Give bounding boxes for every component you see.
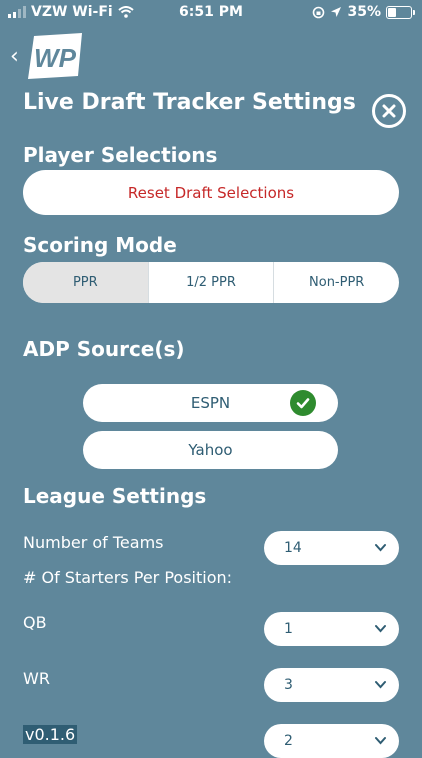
league-settings-heading: League Settings [23,484,207,508]
chevron-down-icon [375,737,386,745]
close-button[interactable] [372,94,406,128]
select-value: 14 [284,540,302,556]
version-label: v0.1.6 [23,725,78,744]
location-icon [331,7,342,17]
battery-fill [388,7,397,17]
wp-logo[interactable]: WP [28,33,84,79]
adp-source-yahoo-button[interactable]: Yahoo [83,431,338,469]
wr-starters-select[interactable]: 3 [264,668,399,702]
scoring-option-non-ppr[interactable]: Non-PPR [273,262,399,303]
select-value: 2 [284,733,293,749]
page-title: Live Draft Tracker Settings [23,90,356,115]
select-value: 3 [284,677,293,693]
chevron-down-icon [375,681,386,689]
chevron-down-icon [375,625,386,633]
adp-source-label: Yahoo [188,441,233,459]
adp-source-espn-button[interactable]: ESPN [83,384,338,422]
checkmark-icon [290,390,316,416]
number-of-teams-label: Number of Teams [23,533,164,552]
select-value: 1 [284,621,293,637]
status-right: 35% [312,4,415,20]
qb-label: QB [23,613,47,632]
scoring-mode-heading: Scoring Mode [23,233,177,257]
scoring-option-ppr[interactable]: PPR [23,262,148,303]
number-of-teams-select[interactable]: 14 [264,531,399,565]
back-chevron-icon[interactable]: ‹ [10,44,19,70]
starters-per-position-label: # Of Starters Per Position: [23,568,233,587]
battery-icon [386,5,415,19]
logo-text: WP [34,43,77,73]
qb-starters-select[interactable]: 1 [264,612,399,646]
status-bar: VZW Wi-Fi 6:51 PM 35% [0,0,422,24]
close-icon [382,104,396,118]
wr-label: WR [23,669,50,688]
orientation-lock-icon [313,6,325,18]
adp-source-heading: ADP Source(s) [23,337,185,361]
reset-draft-selections-button[interactable]: Reset Draft Selections [23,170,399,215]
scoring-option-half-ppr[interactable]: 1/2 PPR [147,262,274,303]
position-starters-select[interactable]: 2 [264,724,399,758]
scoring-mode-segmented-control: PPR 1/2 PPR Non-PPR [23,262,399,303]
battery-percent: 35% [347,4,381,20]
player-selections-heading: Player Selections [23,143,218,167]
chevron-down-icon [375,544,386,552]
adp-source-label: ESPN [190,394,231,412]
